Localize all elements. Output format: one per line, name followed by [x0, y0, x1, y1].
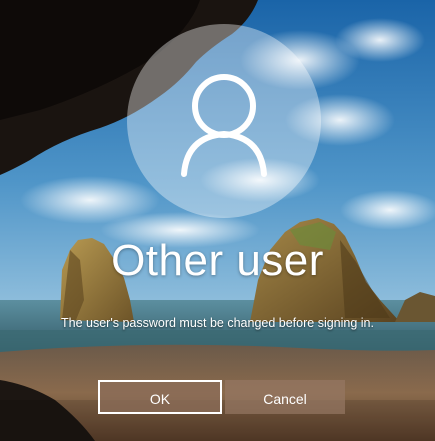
avatar — [127, 24, 321, 218]
lock-screen: Other user The user's password must be c… — [0, 0, 435, 441]
account-name: Other user — [111, 236, 324, 285]
cancel-button[interactable]: Cancel — [225, 380, 345, 414]
user-silhouette-icon — [181, 74, 267, 177]
ok-button[interactable]: OK — [98, 380, 222, 414]
password-change-message: The user's password must be changed befo… — [61, 316, 374, 330]
